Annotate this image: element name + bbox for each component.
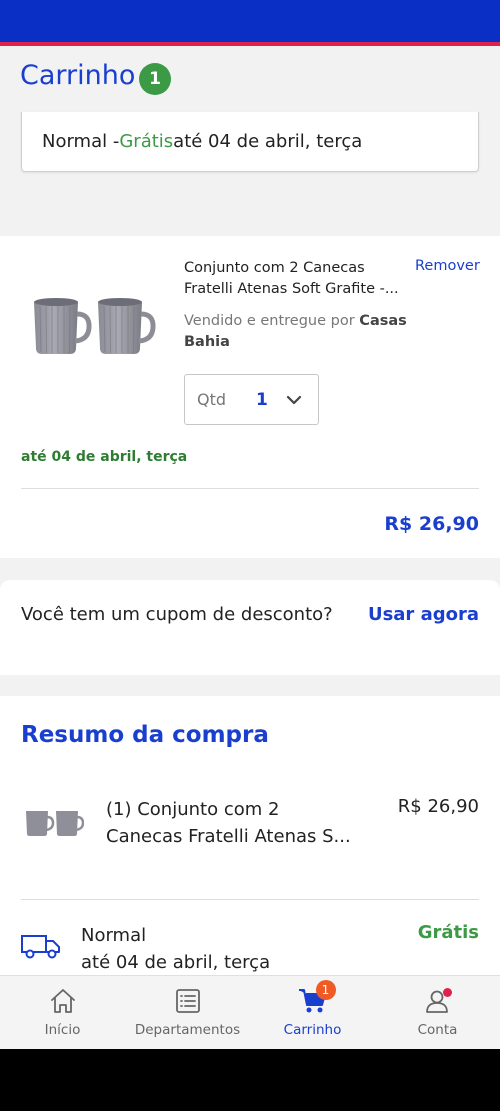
chevron-down-icon xyxy=(286,395,302,405)
product-name[interactable]: Conjunto com 2 Canecas Fratelli Atenas S… xyxy=(184,258,404,300)
nav-item-carrinho[interactable]: 1 Carrinho xyxy=(250,976,375,1050)
coupon-question: Você tem um cupom de desconto? xyxy=(21,604,333,625)
summary-item-name: (1) Conjunto com 2 Canecas Fratelli Aten… xyxy=(106,796,366,850)
nav-item-conta[interactable]: Conta xyxy=(375,976,500,1050)
nav-label-inicio: Início xyxy=(44,1022,81,1038)
list-icon xyxy=(174,986,202,1016)
summary-shipping-date: até 04 de abril, terça xyxy=(81,952,271,973)
header-accent-stripe xyxy=(0,42,500,46)
summary-item-line-1: (1) Conjunto com 2 xyxy=(106,799,280,820)
quantity-value: 1 xyxy=(256,389,268,410)
seller-prefix: Vendido e entregue por xyxy=(184,313,360,329)
bottom-navigation: Início Departamentos 1 Carrinho Conta xyxy=(0,975,500,1049)
coupon-section: Você tem um cupom de desconto? Usar agor… xyxy=(0,580,500,675)
nav-item-inicio[interactable]: Início xyxy=(0,976,125,1050)
user-icon xyxy=(424,986,452,1016)
shipping-date-label: até 04 de abril, terça xyxy=(173,131,363,152)
summary-item-line-2: Canecas Fratelli Atenas S... xyxy=(106,826,351,847)
system-navigation-bar xyxy=(0,1049,500,1111)
top-app-bar xyxy=(0,0,500,42)
nav-item-departamentos[interactable]: Departamentos xyxy=(125,976,250,1050)
divider xyxy=(21,488,479,489)
summary-shipping-method: Normal xyxy=(81,925,147,946)
shipping-cost-label: Grátis xyxy=(119,131,174,152)
delivery-date: até 04 de abril, terça xyxy=(21,449,188,465)
summary-shipping: Normal até 04 de abril, terça xyxy=(81,922,270,976)
quantity-select[interactable]: Qtd 1 xyxy=(184,374,319,425)
nav-label-departamentos: Departamentos xyxy=(134,1022,241,1038)
order-summary: Resumo da compra (1) Conjunto com 2 Cane… xyxy=(0,696,500,986)
quantity-label: Qtd xyxy=(197,390,227,409)
remove-item-button[interactable]: Remover xyxy=(415,258,480,274)
cart-badge: 1 xyxy=(315,980,336,1000)
shipping-method-label: Normal - xyxy=(42,131,120,152)
notification-dot xyxy=(442,988,452,997)
summary-shipping-cost: Grátis xyxy=(417,922,479,943)
summary-title: Resumo da compra xyxy=(21,722,269,748)
nav-label-carrinho: Carrinho xyxy=(283,1022,342,1038)
product-image[interactable] xyxy=(30,296,158,358)
cart-icon: 1 xyxy=(298,980,336,1016)
nav-label-conta: Conta xyxy=(417,1022,458,1038)
summary-product-thumbnail xyxy=(26,811,84,836)
apply-coupon-button[interactable]: Usar agora xyxy=(368,604,479,625)
cart-item-card: Conjunto com 2 Canecas Fratelli Atenas S… xyxy=(0,236,500,558)
item-price: R$ 26,90 xyxy=(384,513,479,535)
truck-icon xyxy=(21,935,60,959)
seller-info: Vendido e entregue por Casas Bahia xyxy=(184,311,414,353)
divider xyxy=(21,899,479,900)
summary-item-price: R$ 26,90 xyxy=(397,796,479,817)
cart-count-badge: 1 xyxy=(139,63,171,95)
page-title: Carrinho xyxy=(20,60,136,91)
shipping-option-summary[interactable]: Normal - Grátis até 04 de abril, terça xyxy=(21,112,479,172)
home-icon xyxy=(49,986,77,1016)
